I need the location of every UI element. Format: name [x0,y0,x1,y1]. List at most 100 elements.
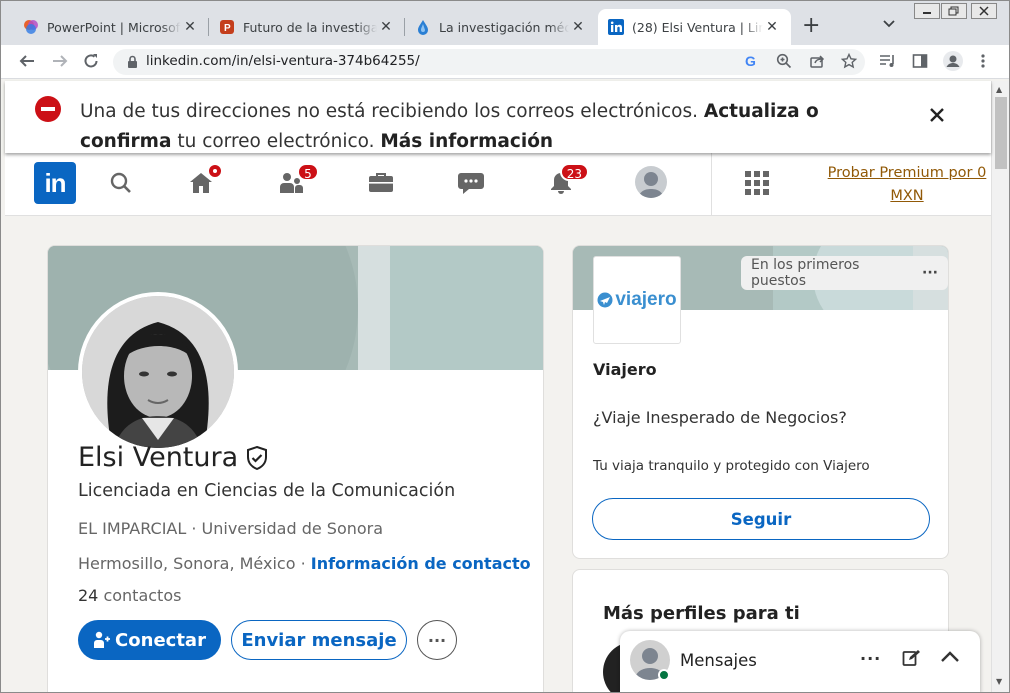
my-network-icon[interactable]: 5 [275,163,319,199]
profile-location-row: Hermosillo, Sonora, México · Información… [78,554,531,573]
ad-headline: ¿Viaje Inesperado de Negocios? [593,408,847,427]
more-actions-button[interactable]: ··· [417,620,457,660]
connections-label: contactos [98,586,182,605]
nav-divider [711,153,712,216]
address-bar[interactable]: linkedin.com/in/elsi-ventura-374b64255/ … [113,49,865,75]
more-info-link[interactable]: Más información [380,131,553,152]
restore-button[interactable] [941,3,967,19]
browser-window: PowerPoint | Microsoft 365 ✕ P Futuro de… [0,0,1010,693]
profile-education: EL IMPARCIAL · Universidad de Sonora [78,519,384,538]
close-icon[interactable]: ✕ [763,19,781,35]
network-badge: 5 [297,163,319,181]
jobs-icon[interactable] [365,167,397,199]
profile-connections[interactable]: 24 contactos [78,586,181,605]
lock-icon[interactable] [127,54,138,73]
tab-strip: PowerPoint | Microsoft 365 ✕ P Futuro de… [1,1,1009,45]
home-icon[interactable] [185,163,223,199]
viajero-logo[interactable]: viajero [593,256,681,344]
scroll-up-arrow-icon[interactable]: ▲ [996,85,1002,94]
verified-shield-icon[interactable] [246,445,268,470]
close-icon[interactable]: ✕ [181,19,199,35]
media-controls-icon[interactable] [879,53,897,73]
close-window-button[interactable] [971,3,997,19]
profile-card: Elsi Ventura Licenciada en Ciencias de l… [47,245,544,692]
zoom-icon[interactable] [776,53,792,73]
contact-info-link[interactable]: Información de contacto [311,554,531,573]
messaging-title: Mensajes [680,651,757,670]
connect-label: Conectar [115,629,206,651]
close-icon[interactable]: ✕ [377,19,395,35]
tab-title: (28) Elsi Ventura | LinkedIn [632,19,763,35]
drop-icon [415,19,431,35]
tab-investigacion-medica[interactable]: La investigación médica ✕ [405,9,597,45]
powerpoint-icon: P [219,19,235,35]
connect-button[interactable]: Conectar [78,620,221,660]
browser-toolbar: linkedin.com/in/elsi-ventura-374b64255/ … [1,45,1009,79]
banner-close-icon[interactable] [929,101,945,129]
me-avatar[interactable] [635,166,667,198]
ad-ranking-tag: En los primeros puestos ··· [741,256,948,290]
chevron-up-icon[interactable] [940,649,960,668]
banner-text: Una de tus direcciones no está recibiend… [80,101,704,122]
plane-icon [597,292,613,308]
profile-avatar-icon[interactable] [943,51,963,75]
tab-title: PowerPoint | Microsoft 365 [47,19,181,35]
email-warning-banner: Una de tus direcciones no está recibiend… [5,81,991,153]
copilot-icon [23,19,39,35]
new-tab-button[interactable]: + [802,15,820,37]
bookmark-star-icon[interactable] [840,52,858,73]
share-icon[interactable] [809,53,825,73]
work-grid-icon[interactable] [741,167,773,199]
profile-location: Hermosillo, Sonora, México · [78,554,311,573]
messaging-overlay[interactable]: Mensajes ··· [620,631,980,692]
search-icon[interactable] [105,167,137,199]
url-text[interactable]: linkedin.com/in/elsi-ventura-374b64255/ [146,53,420,69]
follow-button[interactable]: Seguir [592,498,930,540]
ad-subtext: Tu viaja tranquilo y protegido con Viaje… [593,458,870,474]
tab-search-chevron-icon[interactable] [883,17,895,32]
close-icon[interactable]: ✕ [569,19,587,35]
side-panel-icon[interactable] [912,53,928,73]
svg-text:G: G [745,53,756,69]
ad-company-name[interactable]: Viajero [593,360,657,379]
tab-futuro-investigacion[interactable]: P Futuro de la investigación ✕ [209,9,405,45]
minimize-button[interactable] [914,3,940,19]
profile-name-row: Elsi Ventura [78,442,268,473]
scroll-down-arrow-icon[interactable]: ▼ [996,677,1002,686]
reload-icon[interactable] [82,52,100,75]
notifications-icon[interactable]: 23 [545,163,589,199]
linkedin-global-nav: in 5 23 Probar Premium por 0 MXN [5,153,991,216]
sponsored-card: viajero En los primeros puestos ··· Viaj… [572,245,949,559]
ad-tag-label: En los primeros puestos [751,257,860,289]
forward-icon[interactable] [51,52,69,75]
premium-trial-link[interactable]: Probar Premium por 0 MXN [827,162,987,208]
scrollbar-thumb[interactable] [995,97,1007,169]
compose-icon[interactable] [902,649,920,671]
kebab-menu-icon[interactable] [981,53,985,73]
linkedin-icon [608,19,624,35]
tab-linkedin-active[interactable]: (28) Elsi Ventura | LinkedIn ✕ [598,9,791,45]
online-status-dot [658,669,670,681]
notifications-badge: 23 [559,163,589,181]
ad-menu-icon[interactable]: ··· [922,265,938,281]
messaging-icon[interactable] [455,167,487,199]
tab-title: Futuro de la investigación [243,19,377,35]
google-lens-icon[interactable]: G [743,53,759,73]
svg-text:P: P [224,23,231,34]
add-person-icon [93,631,111,649]
profile-headline: Licenciada en Ciencias de la Comunicació… [78,481,456,501]
back-icon[interactable] [18,52,36,75]
home-notification-dot [207,163,223,179]
tab-powerpoint-365[interactable]: PowerPoint | Microsoft 365 ✕ [13,9,209,45]
tab-title: La investigación médica [439,19,569,35]
profile-name: Elsi Ventura [78,442,239,473]
profile-photo[interactable] [78,292,238,452]
connections-count: 24 [78,586,99,605]
page-scrollbar[interactable]: ▲ ▼ [991,81,1009,692]
banner-text: tu correo electrónico. [171,131,381,152]
banner-message: Una de tus direcciones no está recibiend… [80,97,900,157]
viajero-wordmark: viajero [615,289,677,310]
linkedin-logo[interactable]: in [34,162,76,204]
messaging-menu-icon[interactable]: ··· [860,649,881,668]
send-message-button[interactable]: Enviar mensaje [231,620,407,660]
